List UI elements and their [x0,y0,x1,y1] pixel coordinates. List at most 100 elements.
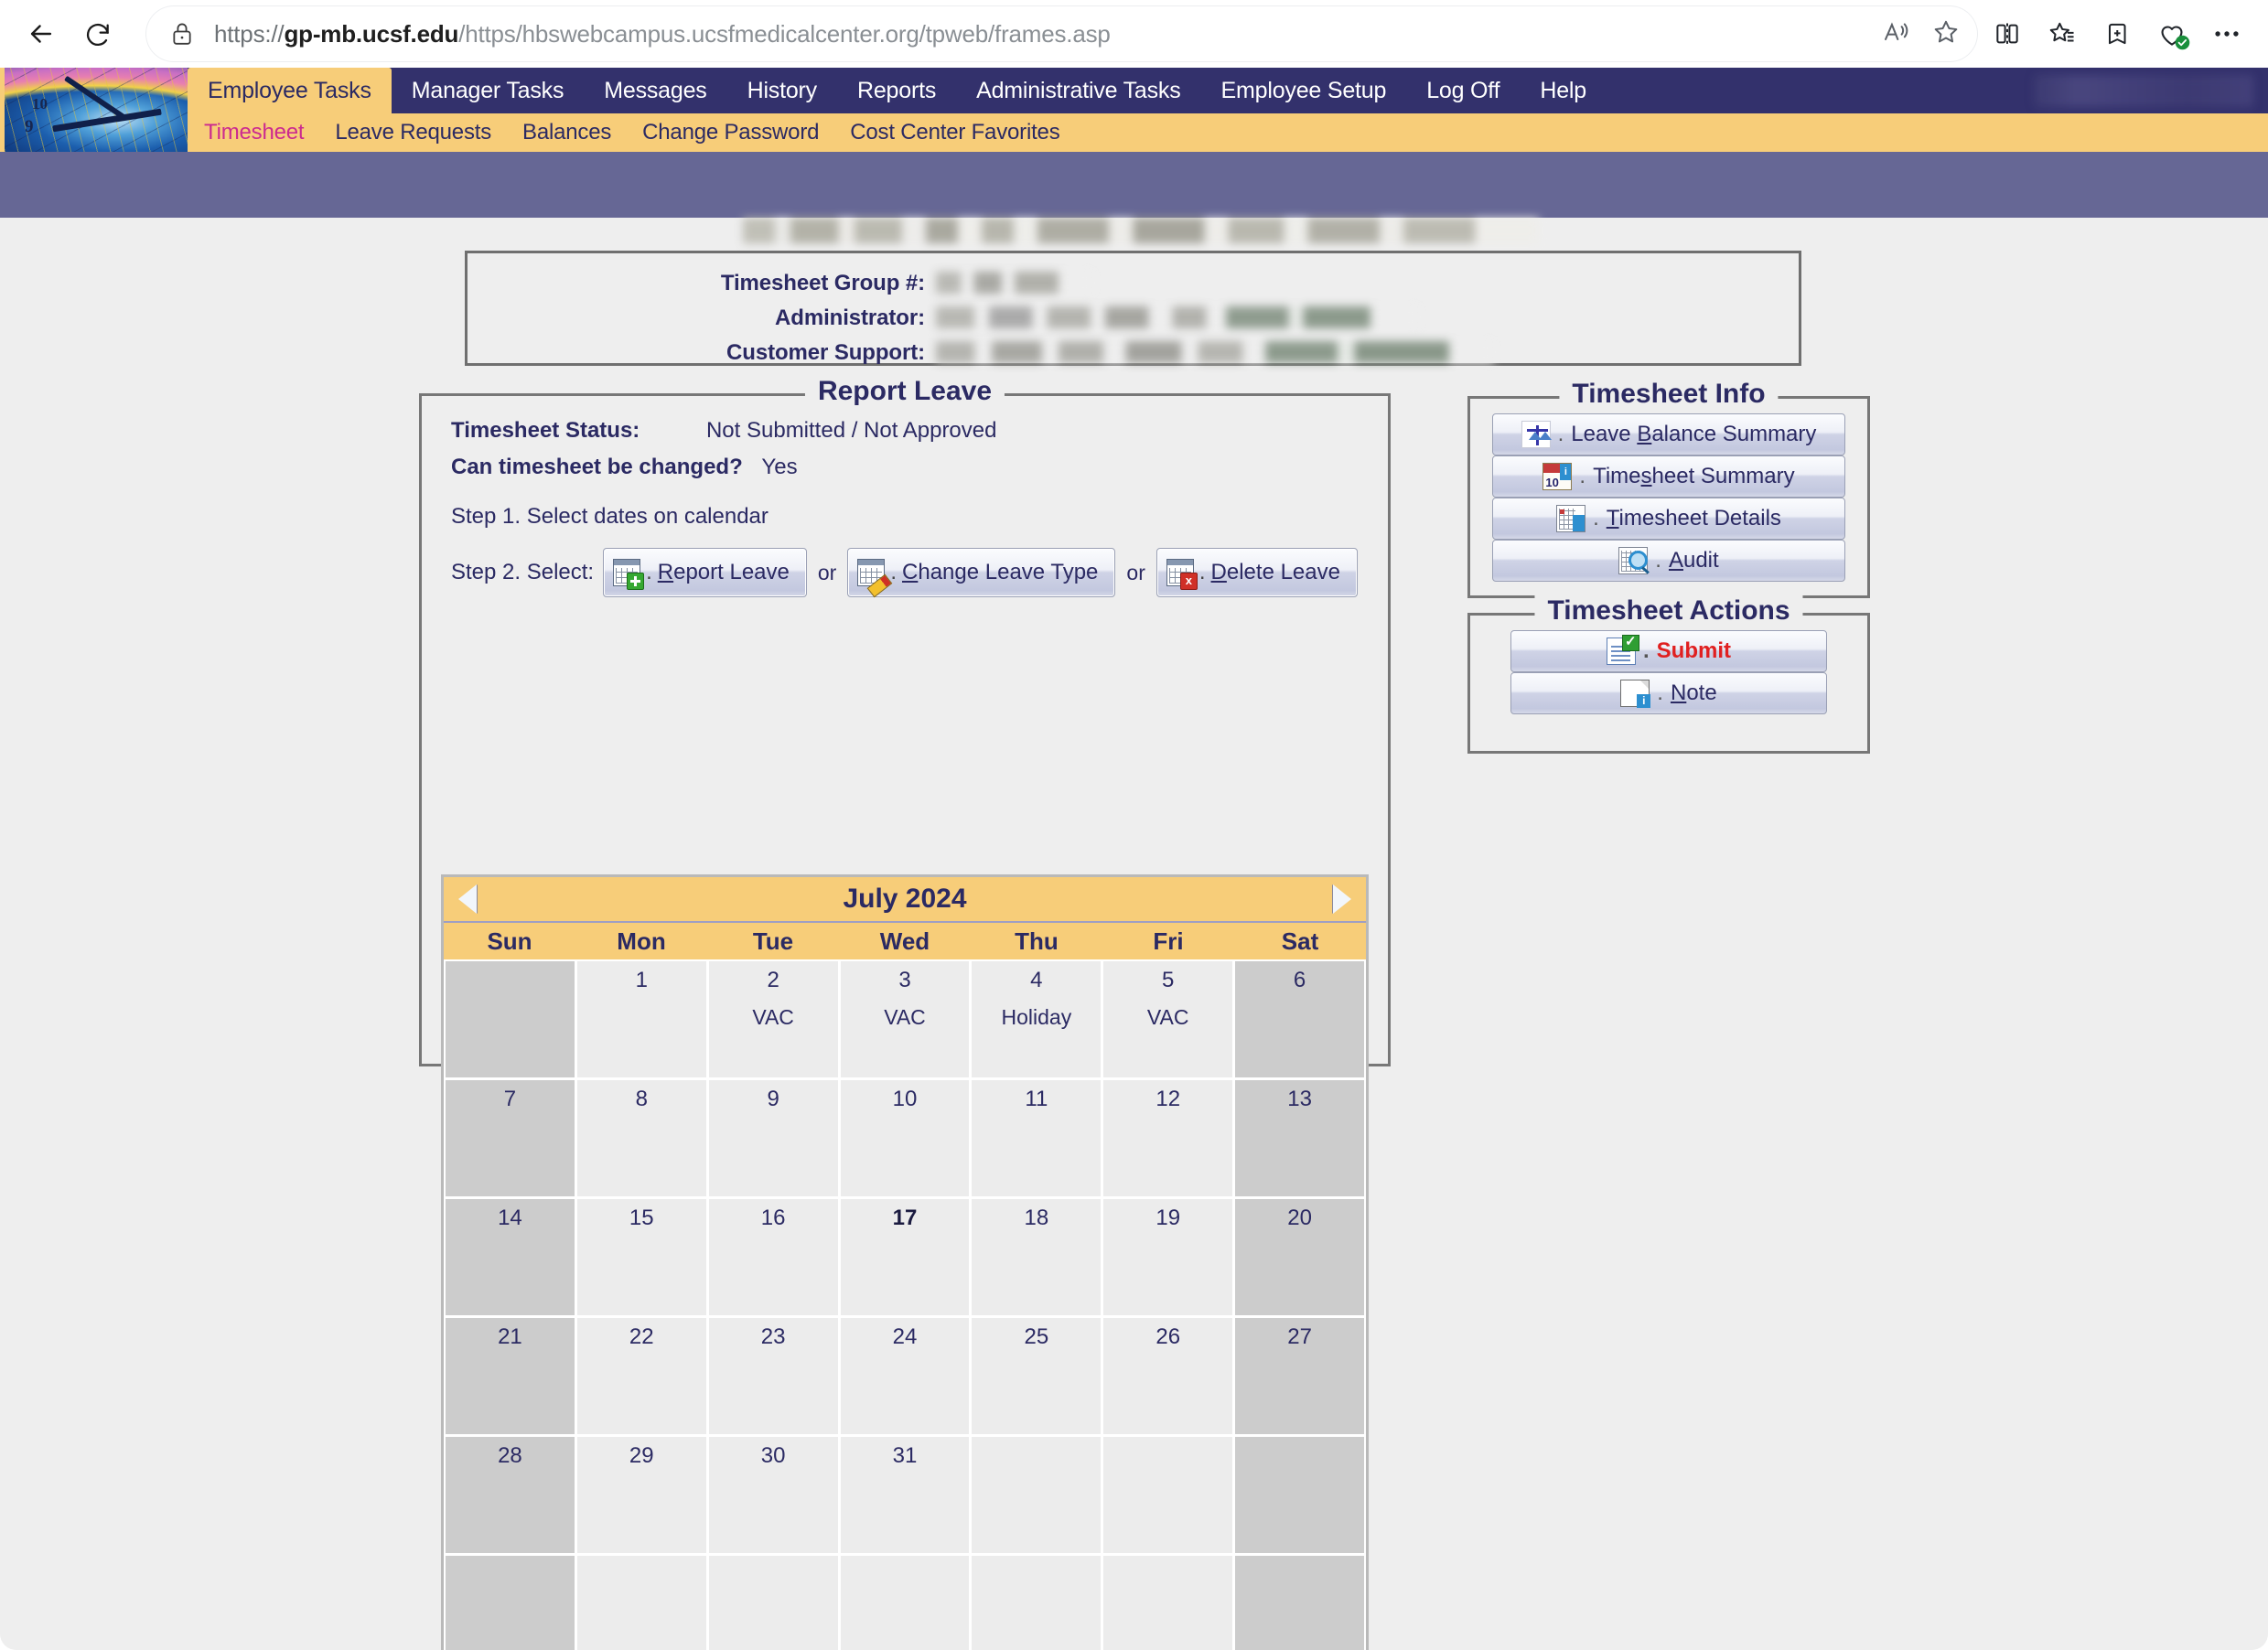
calendar-day-cell[interactable] [972,1437,1102,1553]
previous-month-arrow-icon[interactable] [458,884,477,914]
calendar-day-cell[interactable] [972,1556,1102,1650]
calendar-day-number: 9 [767,1087,779,1111]
subtab-change-password[interactable]: Change Password [642,120,819,145]
calendar-day-cell[interactable] [1103,1556,1233,1650]
customer-support-label: Customer Support: [726,340,925,365]
calendar-day-cell[interactable]: 13 [1235,1080,1364,1196]
calendar-day-cell[interactable]: 24 [840,1318,970,1434]
calendar-day-cell[interactable]: 29 [576,1437,706,1553]
split-screen-icon[interactable] [1992,18,2023,49]
calendar-day-cell[interactable]: 6 [1235,961,1364,1077]
timesheet-info-legend: Timesheet Info [1559,379,1779,410]
calendar-day-cell[interactable]: 19 [1103,1199,1233,1315]
tab-manager-tasks[interactable]: Manager Tasks [392,68,584,113]
calendar-day-cell[interactable] [1235,1556,1364,1650]
calendar-day-cell[interactable]: 2 VAC [708,961,838,1077]
calendar-day-cell[interactable]: 26 [1103,1318,1233,1434]
shield-check-badge-icon [2175,35,2190,50]
calendar-day-cell[interactable] [708,1556,838,1650]
calendar-day-cell[interactable]: 11 [972,1080,1102,1196]
subtab-cost-center-favorites[interactable]: Cost Center Favorites [850,120,1059,145]
settings-more-icon[interactable] [2211,18,2242,49]
calendar-day-cell[interactable]: 23 [708,1318,838,1434]
calendar-day-cell[interactable]: 12 [1103,1080,1233,1196]
read-aloud-icon[interactable] [1882,17,1911,51]
redacted-value [936,341,1494,363]
calendar-day-cell[interactable] [576,1556,706,1650]
calendar-day-cell[interactable]: 25 [972,1318,1102,1434]
calendar-day-cell[interactable] [840,1556,970,1650]
calendar-day-cell[interactable]: 22 [576,1318,706,1434]
main-tabs: Employee Tasks Manager Tasks Messages Hi… [188,68,2268,113]
collections-icon[interactable] [2101,18,2133,49]
address-bar-actions [1882,17,1961,51]
leave-balance-summary-button[interactable]: . Leave Balance Summary [1492,413,1845,455]
calendar-day-cell[interactable]: 5 VAC [1103,961,1233,1077]
tab-administrative-tasks[interactable]: Administrative Tasks [956,68,1200,113]
calendar-day-cell[interactable]: 9 [708,1080,838,1196]
reload-button[interactable] [73,9,123,59]
calendar-day-cell[interactable]: 15 [576,1199,706,1315]
screen: https://gp-mb.ucsf.edu/https/hbswebcampu… [0,0,2268,1650]
calendar-grid: 1 2 VAC 3 VAC 4 Holiday 5 VAC 6 7 8 9 10 11 12 13 14 15 16 1… [444,959,1366,1650]
subtab-leave-requests[interactable]: Leave Requests [335,120,491,145]
calendar-day-cell[interactable]: 1 [576,961,706,1077]
back-button[interactable] [16,9,66,59]
note-button[interactable]: i . Note [1510,672,1827,714]
calendar-day-cell[interactable]: 18 [972,1199,1102,1315]
calendar-day-cell[interactable]: 31 [840,1437,970,1553]
calendar-day-cell[interactable]: 7 [446,1080,575,1196]
calendar-day-number: 14 [498,1205,522,1230]
calendar-day-cell[interactable] [1235,1437,1364,1553]
calendar-day-cell[interactable] [446,961,575,1077]
tab-help[interactable]: Help [1520,68,1607,113]
calendar-day-cell[interactable]: 27 [1235,1318,1364,1434]
calendar-day-cell[interactable]: 4 Holiday [972,961,1102,1077]
separator-or-2: or [1126,560,1145,584]
calendar-day-cell[interactable]: 30 [708,1437,838,1553]
submit-button[interactable]: . Submit [1510,630,1827,672]
calendar-day-number: 6 [1293,968,1306,992]
tab-messages[interactable]: Messages [584,68,726,113]
favorites-list-icon[interactable] [2047,18,2078,49]
tab-employee-setup[interactable]: Employee Setup [1201,68,1407,113]
change-leave-type-button[interactable]: . Change Leave Type [847,548,1116,598]
calendar-day-cell[interactable]: 10 [840,1080,970,1196]
tab-label: Administrative Tasks [976,77,1181,103]
leave-calendar[interactable]: July 2024 Sun Mon Tue Wed Thu Fri Sat 12… [441,874,1369,1650]
logged-in-user-name [2034,75,2253,107]
browser-essentials-icon[interactable] [2156,18,2190,50]
calendar-day-cell[interactable]: 14 [446,1199,575,1315]
delete-leave-button[interactable]: x . Delete Leave [1155,548,1358,597]
calendar-day-cell[interactable]: 28 [446,1437,575,1553]
timesheet-actions-legend: Timesheet Actions [1534,595,1803,627]
tab-log-off[interactable]: Log Off [1406,68,1520,113]
audit-button[interactable]: . Audit [1492,540,1845,582]
button-dot: . [1643,638,1650,663]
tab-reports[interactable]: Reports [837,68,956,113]
calendar-day-cell[interactable]: 21 [446,1318,575,1434]
timesheet-details-button[interactable]: . Timesheet Details [1492,498,1845,540]
report-leave-button[interactable]: . Report Leave [603,548,807,597]
calendar-day-cell[interactable]: 3 VAC [840,961,970,1077]
favorite-star-icon[interactable] [1931,17,1961,51]
calendar-day-cell[interactable]: 16 [708,1199,838,1315]
calendar-day-number: 23 [760,1324,786,1349]
tab-history[interactable]: History [727,68,837,113]
reload-icon [86,23,109,47]
calendar-day-cell[interactable]: 20 [1235,1199,1364,1315]
subtab-balances[interactable]: Balances [522,120,611,145]
calendar-day-cell[interactable]: 17 [840,1199,970,1315]
next-month-arrow-icon[interactable] [1333,884,1351,914]
calendar-day-number: 13 [1287,1087,1312,1111]
timesheet-summary-button[interactable]: 10 i . Timesheet Summary [1492,455,1845,498]
calendar-day-cell[interactable]: 8 [576,1080,706,1196]
button-dot: . [1579,464,1586,488]
calendar-day-cell[interactable] [1103,1437,1233,1553]
calendar-day-cell[interactable] [446,1556,575,1650]
subtab-timesheet[interactable]: Timesheet [204,120,305,145]
tab-employee-tasks[interactable]: Employee Tasks [188,68,392,113]
timesheet-actions-panel: Timesheet Actions . Submit i . Note [1467,595,1870,754]
calendar-day-number: 8 [635,1087,648,1111]
address-bar[interactable]: https://gp-mb.ucsf.edu/https/hbswebcampu… [146,6,1977,61]
